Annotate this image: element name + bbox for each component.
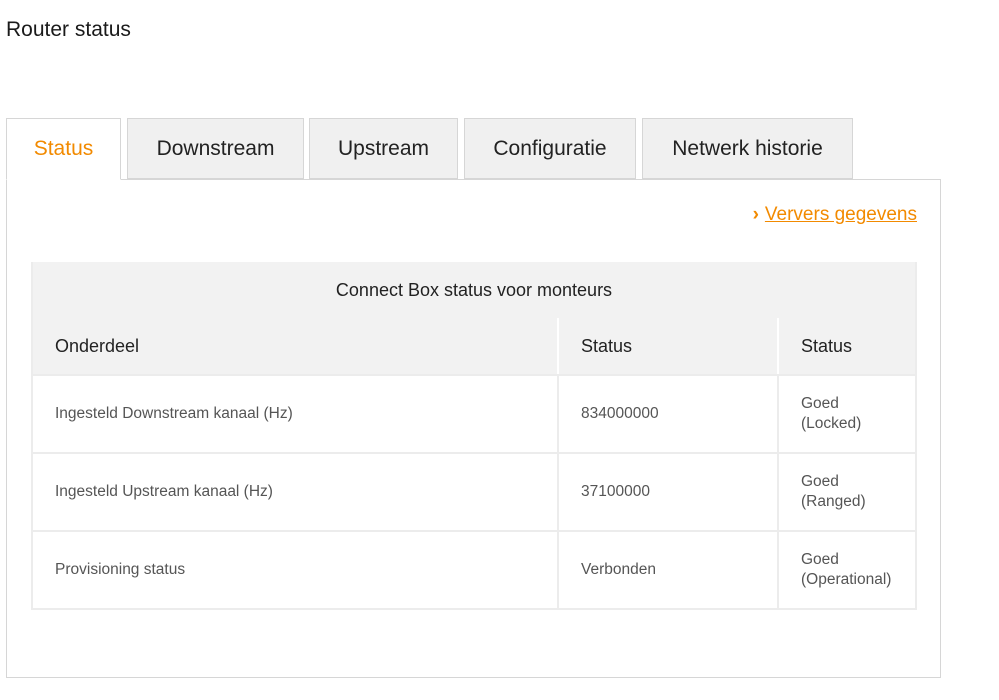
- refresh-data-link[interactable]: › Ververs gegevens: [753, 204, 917, 226]
- column-header-onderdeel: Onderdeel: [55, 335, 140, 356]
- status-table: Connect Box status voor monteurs Onderde…: [31, 262, 917, 610]
- column-header-status-state: Status: [777, 318, 915, 374]
- refresh-data-label: Ververs gegevens: [764, 204, 917, 225]
- item-cell: Provisioning status: [55, 561, 186, 578]
- tab-upstream[interactable]: Upstream: [309, 118, 458, 179]
- value-cell: 834000000: [557, 376, 777, 452]
- state-cell: Goed (Locked): [777, 376, 915, 452]
- state-detail: (Locked): [801, 415, 862, 432]
- table-header-row: Onderdeel Status Status: [33, 318, 915, 374]
- value-cell: Verbonden: [557, 532, 777, 608]
- tab-label: Downstream: [156, 136, 275, 160]
- item-cell: Ingesteld Downstream kanaal (Hz): [55, 405, 293, 422]
- item-cell: Ingesteld Upstream kanaal (Hz): [55, 483, 273, 500]
- state-cell: Goed (Operational): [777, 532, 915, 608]
- table-caption: Connect Box status voor monteurs: [33, 262, 915, 318]
- tab-bar: Status Downstream Upstream Configuratie …: [6, 118, 941, 180]
- tab-netwerk-historie[interactable]: Netwerk historie: [642, 118, 853, 179]
- state-detail: (Operational): [801, 571, 892, 588]
- state-text: Goed: [801, 473, 839, 490]
- column-header-status: Status: [557, 318, 777, 374]
- tab-status[interactable]: Status: [6, 118, 121, 180]
- table-row: Ingesteld Upstream kanaal (Hz) 37100000 …: [33, 452, 915, 530]
- value-cell: 37100000: [557, 454, 777, 530]
- tab-label: Configuratie: [493, 136, 607, 160]
- tab-label: Netwerk historie: [672, 136, 823, 160]
- page-title: Router status: [6, 18, 131, 41]
- tab-configuratie[interactable]: Configuratie: [464, 118, 636, 179]
- chevron-right-icon: ›: [752, 204, 759, 225]
- state-cell: Goed (Ranged): [777, 454, 915, 530]
- tab-label: Status: [33, 137, 94, 160]
- table-row: Ingesteld Downstream kanaal (Hz) 8340000…: [33, 374, 915, 452]
- tab-downstream[interactable]: Downstream: [127, 118, 304, 179]
- tab-label: Upstream: [337, 136, 430, 160]
- state-text: Goed: [801, 395, 839, 412]
- status-panel: › Ververs gegevens Connect Box status vo…: [6, 179, 941, 678]
- state-detail: (Ranged): [801, 493, 866, 510]
- table-row: Provisioning status Verbonden Goed (Oper…: [33, 530, 915, 608]
- state-text: Goed: [801, 551, 839, 568]
